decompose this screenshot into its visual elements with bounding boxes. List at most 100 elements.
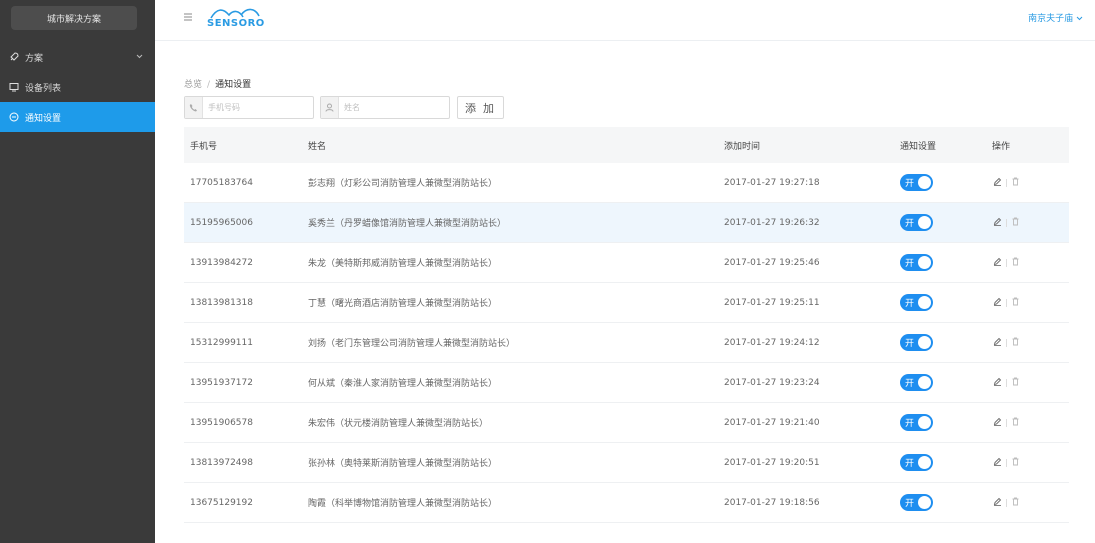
user-menu[interactable]: 南京夫子庙 xyxy=(1028,11,1083,24)
user-icon xyxy=(321,97,339,118)
table-header: 手机号 姓名 添加时间 通知设置 操作 xyxy=(184,127,1069,163)
cell-phone: 13813981318 xyxy=(190,297,253,308)
delete-icon[interactable] xyxy=(1011,417,1020,429)
delete-icon[interactable] xyxy=(1011,257,1020,269)
notify-toggle[interactable]: 开 xyxy=(900,214,933,231)
column-header-time: 添加时间 xyxy=(724,141,761,152)
notify-toggle[interactable]: 开 xyxy=(900,494,933,511)
sidebar: 城市解决方案 方案 设备列表 通知设置 xyxy=(0,0,155,543)
toggle-knob xyxy=(918,416,931,429)
main-content: 总览 / 通知设置 添 加 手机号 姓名 添加时间 通知设置 xyxy=(155,41,1095,543)
menu-icon[interactable] xyxy=(183,12,193,22)
toggle-label: 开 xyxy=(905,219,915,229)
edit-icon[interactable] xyxy=(993,297,1002,309)
cell-phone: 15195965006 xyxy=(190,217,253,228)
toggle-label: 开 xyxy=(905,379,915,389)
phone-input[interactable] xyxy=(203,97,303,118)
cell-notify: 开 xyxy=(900,414,992,431)
brand-label: 城市解决方案 xyxy=(46,14,101,25)
row-actions xyxy=(993,257,1020,269)
edit-icon[interactable] xyxy=(993,417,1002,429)
notify-toggle[interactable]: 开 xyxy=(900,414,933,431)
edit-icon[interactable] xyxy=(993,217,1002,229)
row-actions xyxy=(993,417,1020,429)
sidebar-nav: 方案 设备列表 通知设置 xyxy=(0,42,155,132)
action-divider xyxy=(1006,418,1007,427)
notify-toggle[interactable]: 开 xyxy=(900,254,933,271)
sidebar-item-label: 方案 xyxy=(25,53,44,64)
table-row: 13813972498 张孙林（奥特莱斯消防管理人兼微型消防站长） 2017-0… xyxy=(184,443,1069,483)
delete-icon[interactable] xyxy=(1011,497,1020,509)
chevron-down-icon xyxy=(136,52,143,62)
delete-icon[interactable] xyxy=(1011,377,1020,389)
table-row: 15312999111 刘扬（老门东管理公司消防管理人兼微型消防站长） 2017… xyxy=(184,323,1069,363)
column-header-actions: 操作 xyxy=(992,141,1011,152)
row-actions xyxy=(993,337,1020,349)
row-actions xyxy=(993,457,1020,469)
cell-notify: 开 xyxy=(900,454,992,471)
column-header-phone: 手机号 xyxy=(190,141,218,152)
row-actions xyxy=(993,177,1020,189)
edit-icon[interactable] xyxy=(993,177,1002,189)
edit-icon[interactable] xyxy=(993,257,1002,269)
delete-icon[interactable] xyxy=(1011,457,1020,469)
toggle-knob xyxy=(918,376,931,389)
delete-icon[interactable] xyxy=(1011,297,1020,309)
contacts-table: 手机号 姓名 添加时间 通知设置 操作 17705183764 彭志翔（灯彩公司… xyxy=(184,127,1069,523)
notify-toggle[interactable]: 开 xyxy=(900,174,933,191)
cell-time: 2017-01-27 19:25:46 xyxy=(724,257,820,268)
cell-notify: 开 xyxy=(900,254,992,271)
toggle-knob xyxy=(918,496,931,509)
action-divider xyxy=(1006,458,1007,467)
table-row: 13913984272 朱龙（美特斯邦威消防管理人兼微型消防站长） 2017-0… xyxy=(184,243,1069,283)
toggle-label: 开 xyxy=(905,339,915,349)
cell-actions xyxy=(992,497,1069,509)
cell-name: 奚秀兰（丹罗蜡像馆消防管理人兼微型消防站长） xyxy=(308,219,507,229)
sidebar-item-notifications[interactable]: 通知设置 xyxy=(0,102,155,132)
breadcrumb-root[interactable]: 总览 xyxy=(184,80,202,90)
notify-toggle[interactable]: 开 xyxy=(900,334,933,351)
edit-icon[interactable] xyxy=(993,497,1002,509)
breadcrumb-separator: / xyxy=(207,80,211,90)
notify-toggle[interactable]: 开 xyxy=(900,374,933,391)
notify-toggle[interactable]: 开 xyxy=(900,294,933,311)
cell-time: 2017-01-27 19:27:18 xyxy=(724,177,820,188)
cell-time: 2017-01-27 19:25:11 xyxy=(724,297,820,308)
delete-icon[interactable] xyxy=(1011,177,1020,189)
delete-icon[interactable] xyxy=(1011,337,1020,349)
cell-phone: 13813972498 xyxy=(190,457,253,468)
brand-button[interactable]: 城市解决方案 xyxy=(11,6,137,30)
notify-toggle[interactable]: 开 xyxy=(900,454,933,471)
toggle-knob xyxy=(918,256,931,269)
cell-notify: 开 xyxy=(900,214,992,231)
edit-icon[interactable] xyxy=(993,457,1002,469)
cell-actions xyxy=(992,177,1069,189)
toggle-label: 开 xyxy=(905,419,915,429)
sidebar-item-devices[interactable]: 设备列表 xyxy=(0,72,155,102)
name-field xyxy=(320,96,450,119)
row-actions xyxy=(993,497,1020,509)
edit-icon[interactable] xyxy=(993,377,1002,389)
toggle-knob xyxy=(918,176,931,189)
cell-phone: 13675129192 xyxy=(190,497,253,508)
toggle-label: 开 xyxy=(905,499,915,509)
cell-phone: 15312999111 xyxy=(190,337,253,348)
table-row: 17705183764 彭志翔（灯彩公司消防管理人兼微型消防站长） 2017-0… xyxy=(184,163,1069,203)
cell-actions xyxy=(992,377,1069,389)
delete-icon[interactable] xyxy=(1011,217,1020,229)
name-input[interactable] xyxy=(339,97,439,118)
cell-actions xyxy=(992,257,1069,269)
table-row: 13951906578 朱宏伟（状元楼消防管理人兼微型消防站长） 2017-01… xyxy=(184,403,1069,443)
breadcrumb: 总览 / 通知设置 xyxy=(184,77,251,90)
add-button[interactable]: 添 加 xyxy=(457,96,504,119)
edit-icon[interactable] xyxy=(993,337,1002,349)
toggle-knob xyxy=(918,216,931,229)
action-divider xyxy=(1006,378,1007,387)
cell-name: 何从斌（秦淮人家消防管理人兼微型消防站长） xyxy=(308,379,498,389)
user-name: 南京夫子庙 xyxy=(1028,14,1074,24)
cell-actions xyxy=(992,337,1069,349)
toggle-knob xyxy=(918,336,931,349)
column-header-name: 姓名 xyxy=(308,141,327,152)
sidebar-item-plans[interactable]: 方案 xyxy=(0,42,155,72)
sidebar-item-label: 设备列表 xyxy=(25,83,62,94)
